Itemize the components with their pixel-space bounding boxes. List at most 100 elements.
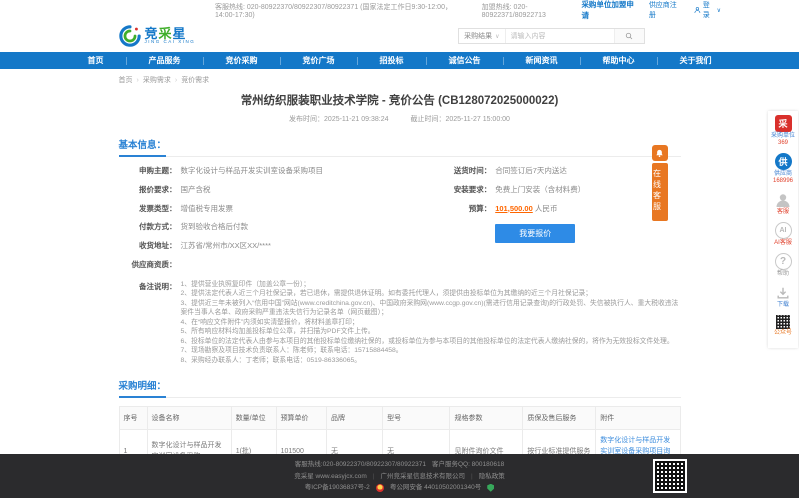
basic-info-section-header: 基本信息： — [119, 135, 681, 157]
nav-tenders[interactable]: 招投标 — [357, 57, 426, 65]
remark-line: 8、采购经办联系人：丁老师；联系电话：0519-86336065。 — [181, 356, 681, 366]
search-input[interactable] — [506, 29, 614, 43]
footer-site-link[interactable]: 竞采星 www.easyjcx.com — [294, 471, 367, 483]
login-menu[interactable]: 登录 ∨ — [694, 0, 721, 20]
download-icon — [775, 284, 792, 301]
field-label: 供应商资质： — [119, 260, 177, 270]
nav-bidding-purchase[interactable]: 竞价采购 — [203, 57, 280, 65]
field-value: 数字化设计与样品开发实训室设备采购项目 — [177, 166, 324, 176]
rail-customer-service[interactable]: 客服 — [768, 191, 798, 216]
rail-count: 168996 — [768, 178, 798, 185]
remarks-text: 1、提供营业执照复印件（加盖公章一份）； 2、提供法定代表人近三个月社保记录，若… — [177, 280, 681, 366]
breadcrumb-home[interactable]: 首页 — [119, 75, 133, 85]
breadcrumb-separator: › — [175, 77, 177, 84]
col-no: 序号 — [119, 407, 147, 430]
site-logo[interactable]: 竞采星 JING CAI XING — [119, 25, 196, 47]
page-title: 常州纺织服装职业技术学院 - 竞价公告 (CB128072025000022) — [119, 92, 681, 108]
agent-avatar-icon — [775, 191, 792, 208]
security-shield-icon — [487, 484, 494, 492]
purchaser-icon: 采 — [775, 115, 792, 132]
online-service-tab[interactable]: 在线客服 — [652, 163, 668, 221]
field-remarks: 备注说明： 1、提供营业执照复印件（加盖公章一份）； 2、提供法定代表人近三个月… — [119, 280, 681, 366]
col-brand: 品牌 — [327, 407, 383, 430]
nav-home[interactable]: 首页 — [66, 57, 126, 65]
breadcrumb-bidding-demand: 竞价需求 — [181, 75, 209, 85]
field-payment-method: 付款方式： 货到验收合格后付款 — [119, 222, 434, 232]
search-button[interactable] — [614, 29, 644, 43]
field-value: 增值税专用发票 — [177, 204, 234, 214]
rail-download[interactable]: 下载 — [768, 284, 798, 309]
breadcrumb-separator: › — [137, 77, 139, 84]
field-label: 收货地址： — [119, 241, 177, 251]
chevron-down-icon: ∨ — [717, 7, 721, 14]
rail-help[interactable]: ? 帮助 — [768, 253, 798, 278]
bell-icon[interactable] — [652, 145, 668, 161]
table-header-row: 序号 设备名称 数量/单位 预算单价 品牌 型号 规格参数 质保及售后服务 附件 — [119, 407, 680, 430]
nav-products[interactable]: 产品服务 — [126, 57, 203, 65]
footer-police: 粤公网安备 44010502001340号 — [390, 482, 481, 494]
footer-divider: | — [373, 471, 375, 483]
remark-line: 5、所有响应材料均加盖投标单位公章，并扫描为PDF文件上传。 — [181, 327, 681, 337]
deadline-time: 截止时间：2025-11-27 15:00:00 — [410, 116, 509, 123]
field-supplier-qualification: 供应商资质： — [119, 260, 434, 270]
nav-news[interactable]: 新闻资讯 — [503, 57, 580, 65]
remark-line: 1、提供营业执照复印件（加盖公章一份）； — [181, 280, 681, 290]
nav-bidding-plaza[interactable]: 竞价广场 — [280, 57, 357, 65]
floating-rail: 采 采购单位 369 供 供应商 168996 客服 AI AI客服 ? 帮助 … — [768, 111, 798, 348]
footer-icp: 粤ICP备19036837号-2 — [305, 482, 370, 494]
footer-company: 广州竞采星信息技术有限公司 — [381, 471, 466, 483]
breadcrumb-purchase-demand[interactable]: 采购需求 — [143, 75, 171, 85]
nav-integrity-notices[interactable]: 诚信公告 — [426, 57, 503, 65]
hotlines: 客服热线: 020-80922370/80922307/80922371 (国家… — [215, 2, 581, 19]
field-subject: 申购主题： 数字化设计与样品开发实训室设备采购项目 — [119, 166, 434, 176]
purchaser-apply-link[interactable]: 采购单位加盟申请 — [581, 0, 634, 21]
field-label: 安装要求： — [433, 185, 491, 195]
footer-privacy-link[interactable]: 隐私政策 — [479, 471, 505, 483]
field-invoice-type: 发票类型： 增值税专用发票 — [119, 204, 434, 214]
rail-label: 下载 — [768, 302, 798, 309]
field-budget: 预算： 101,500.00 人民币 — [433, 204, 680, 214]
field-value: 江苏省/常州市/XX区XX/**** — [177, 241, 271, 251]
search-category-value: 采购结果 — [464, 31, 492, 41]
remark-line: 7、现场勘察及项目技术负责联系人：陈老师；联系电话：15715884458。 — [181, 346, 681, 356]
supplier-register-link[interactable]: 供应商注册 — [649, 0, 680, 20]
rail-supplier[interactable]: 供 供应商 168996 — [768, 153, 798, 185]
remark-line: 6、投标单位的法定代表人由参与本项目的其他投标单位缴纳社保的，或投标单位为参与本… — [181, 337, 681, 347]
search-category-select[interactable]: 采购结果 ∨ — [459, 29, 505, 43]
nav-about-us[interactable]: 关于我们 — [657, 57, 734, 65]
col-spec: 规格参数 — [450, 407, 523, 430]
budget-amount: 101,500.00 — [495, 204, 533, 213]
join-hotline: 加盟热线: 020-80922371/80922713 — [482, 2, 582, 19]
footer-qrcode — [653, 459, 687, 493]
field-value: 免费上门安装（含材料费） — [491, 185, 585, 195]
top-utility-bar: 客服热线: 020-80922370/80922307/80922371 (国家… — [0, 0, 799, 20]
budget-currency: 人民币 — [535, 204, 558, 213]
remark-line: 3、提供近三年未被列入“信用中国”网站(www.creditchina.gov.… — [181, 299, 681, 318]
rail-purchaser[interactable]: 采 采购单位 369 — [768, 115, 798, 147]
field-value: 货到验收合格后付款 — [177, 222, 249, 232]
field-value: 合同签订后7天内送达 — [491, 166, 567, 176]
field-install-requirement: 安装要求： 免费上门安装（含材料费） — [433, 185, 680, 195]
col-qty: 数量/单位 — [231, 407, 276, 430]
field-label: 付款方式： — [119, 222, 177, 232]
rail-label: 供应商 — [768, 171, 798, 178]
rail-ai-service[interactable]: AI AI客服 — [768, 222, 798, 247]
online-service-widget: 在线客服 — [651, 145, 668, 221]
logo-subtext: JING CAI XING — [145, 40, 196, 45]
field-label: 报价要求： — [119, 185, 177, 195]
qrcode-icon — [776, 315, 790, 329]
nav-help-center[interactable]: 帮助中心 — [580, 57, 657, 65]
field-value — [177, 260, 181, 270]
rail-label: 帮助 — [768, 271, 798, 278]
quote-button[interactable]: 我要报价 — [495, 224, 575, 243]
basic-info-title: 基本信息： — [119, 137, 167, 157]
footer-qq: 客户服务QQ: 800180618 — [432, 459, 504, 471]
supplier-icon: 供 — [775, 153, 792, 170]
login-label: 登录 — [703, 0, 715, 20]
rail-label: 公众号 — [768, 330, 798, 337]
field-label: 申购主题： — [119, 166, 177, 176]
chevron-down-icon: ∨ — [495, 33, 499, 40]
detail-section-header: 采购明细： — [119, 376, 681, 398]
rail-wechat-official[interactable]: 公众号 — [768, 315, 798, 337]
logo-swirl-icon — [119, 25, 141, 47]
